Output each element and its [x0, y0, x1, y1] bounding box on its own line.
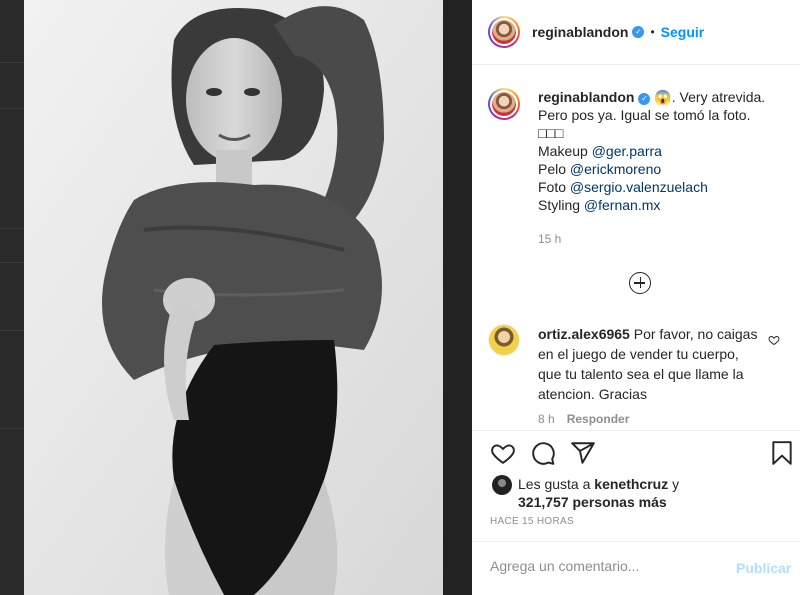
load-more-comments-icon[interactable] [629, 272, 651, 294]
author-avatar[interactable] [488, 16, 520, 48]
caption-avatar[interactable] [488, 88, 520, 120]
comment-meta: 8 h Responder [538, 412, 629, 426]
publish-button[interactable]: Publicar [736, 560, 791, 576]
post-photo[interactable] [24, 0, 443, 595]
reply-button[interactable]: Responder [567, 412, 630, 426]
caption-line: □□□ [538, 125, 564, 141]
credit-makeup: Makeup @ger.parra [538, 143, 662, 159]
divider [472, 541, 800, 542]
mention-link[interactable]: @sergio.valenzuelach [570, 179, 708, 195]
background-page-edge [0, 0, 24, 595]
mention-link[interactable]: @ger.parra [592, 143, 662, 159]
caption-text: reginablandon ✓ 😱. Very atrevida. Pero po… [538, 88, 765, 214]
comment-item: ortiz.alex6965 Por favor, no caigas en e… [488, 324, 788, 404]
background-strip [443, 0, 472, 595]
caption-username[interactable]: reginablandon [538, 89, 634, 105]
caption-line: Pero pos ya. Igual se tomó la foto. [538, 107, 751, 123]
comment-timestamp[interactable]: 8 h [538, 412, 555, 426]
verified-badge-icon: ✓ [632, 26, 645, 38]
caption-timestamp[interactable]: 15 h [538, 232, 561, 246]
post-photo-illustration [24, 0, 443, 595]
credit-photo: Foto @sergio.valenzuelach [538, 179, 708, 195]
save-bookmark-icon[interactable] [769, 440, 795, 466]
author-username[interactable]: reginablandon [532, 24, 628, 40]
commenter-avatar[interactable] [488, 324, 520, 356]
likes-prefix: Les gusta a [518, 476, 595, 492]
header-separator: • [650, 25, 655, 39]
verified-badge-icon: ✓ [638, 93, 651, 105]
mention-link[interactable]: @fernan.mx [584, 197, 660, 213]
add-comment-input[interactable] [490, 558, 730, 574]
liker-username[interactable]: kenethcruz [594, 476, 668, 492]
caption-line: 😱. Very atrevida. [654, 89, 766, 105]
post-header: reginablandon ✓ • Seguir [472, 0, 800, 65]
likes-suffix: y [668, 476, 680, 492]
comment-icon[interactable] [530, 440, 556, 466]
credit-hair: Pelo @erickmoreno [538, 161, 662, 177]
likes-count[interactable]: 321,757 personas más [518, 494, 667, 510]
liker-avatar[interactable] [492, 475, 512, 495]
comment-like-heart-icon[interactable] [768, 334, 780, 346]
comment-text-block: ortiz.alex6965 Por favor, no caigas en e… [538, 324, 762, 404]
divider [472, 430, 800, 431]
share-icon[interactable] [570, 440, 596, 466]
mention-link[interactable]: @erickmoreno [570, 161, 661, 177]
post-details-panel: reginablandon ✓ • Seguir reginablandon ✓ … [472, 0, 800, 595]
commenter-username[interactable]: ortiz.alex6965 [538, 326, 630, 342]
heart-icon[interactable] [490, 440, 516, 466]
follow-button[interactable]: Seguir [661, 24, 705, 40]
credit-styling: Styling @fernan.mx [538, 197, 661, 213]
post-timestamp[interactable]: HACE 15 HORAS [490, 516, 574, 527]
likes-summary: Les gusta a kenethcruz y 321,757 persona… [492, 475, 679, 511]
caption: reginablandon ✓ 😱. Very atrevida. Pero po… [488, 88, 784, 214]
